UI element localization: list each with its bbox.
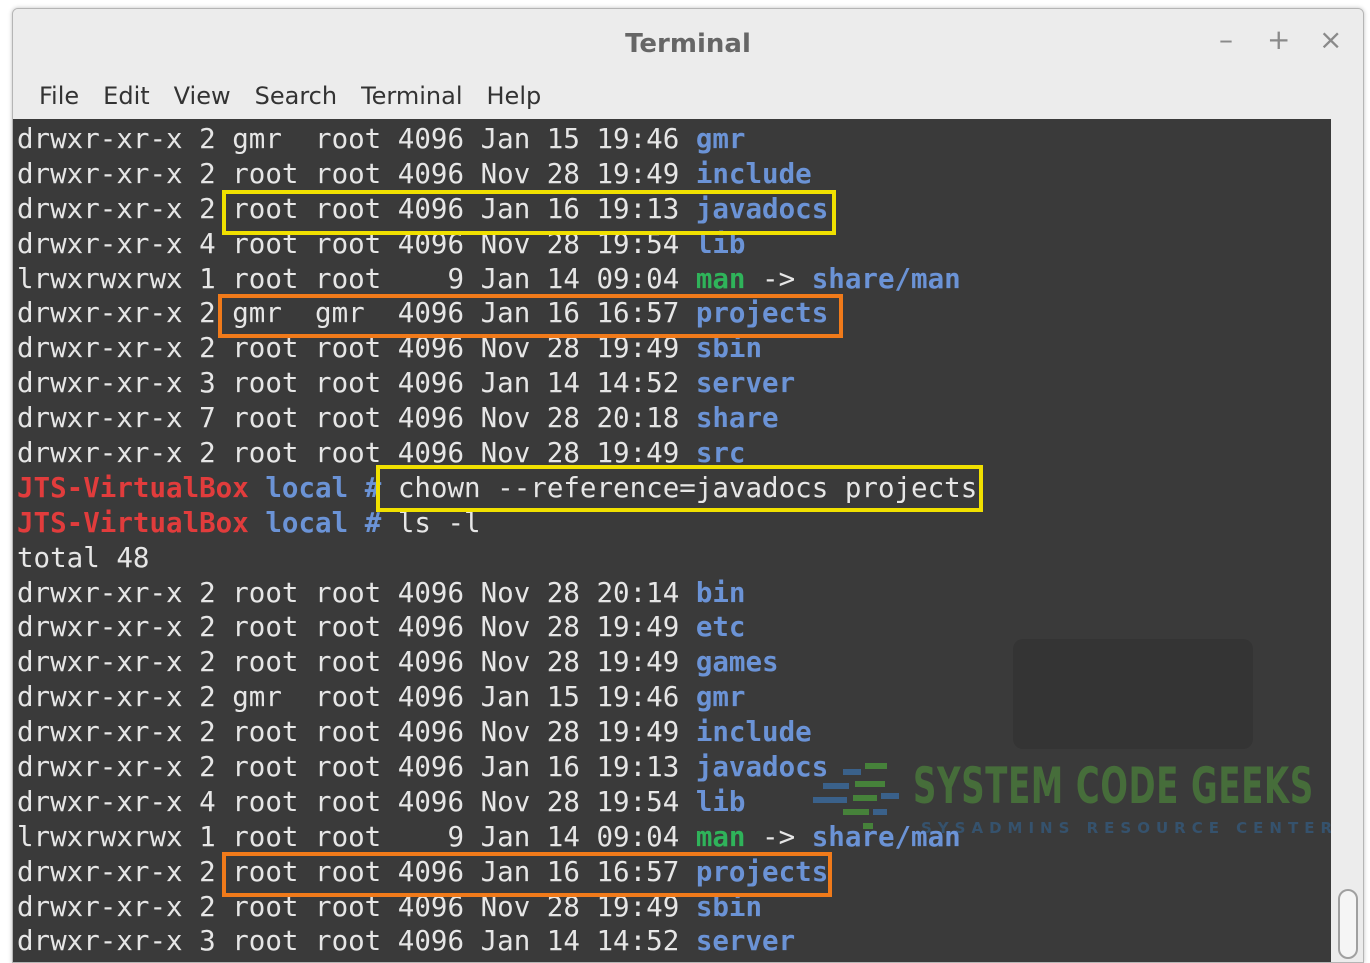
symlink-arrow: ->	[745, 262, 812, 295]
scrollbar-thumb[interactable]	[1338, 889, 1358, 959]
terminal-line: drwxr-xr-x 2 gmr root 4096 Jan 15 19:46 …	[17, 680, 977, 715]
terminal-line: drwxr-xr-x 7 root root 4096 Nov 28 20:18…	[17, 401, 977, 436]
terminal-line: lrwxrwxrwx 1 root root 9 Jan 14 09:04 ma…	[17, 820, 977, 855]
terminal-window: Terminal – + × File Edit View Search Ter…	[12, 8, 1364, 963]
listing-meta: drwxr-xr-x 3 root root 4096 Jan 14 14:52	[17, 925, 696, 958]
prompt-host: JTS-VirtualBox	[17, 506, 249, 539]
highlight-projects-before	[218, 294, 843, 338]
directory-name: lib	[695, 785, 746, 818]
directory-name: share	[695, 402, 779, 435]
directory-name: javadocs	[695, 751, 829, 784]
listing-meta: drwxr-xr-x 2 root root 4096 Nov 28 19:49	[17, 646, 696, 679]
highlight-chown-command	[376, 465, 983, 512]
listing-meta: lrwxrwxrwx 1 root root 9 Jan 14 09:04	[17, 262, 696, 295]
prompt-host: JTS-VirtualBox	[17, 471, 249, 504]
listing-meta: drwxr-xr-x 7 root root 4096 Nov 28 20:18	[17, 402, 696, 435]
close-icon[interactable]: ×	[1319, 25, 1342, 55]
terminal-line: drwxr-xr-x 2 root root 4096 Nov 28 19:49…	[17, 715, 977, 750]
minimize-icon[interactable]: –	[1215, 25, 1237, 55]
listing-meta: drwxr-xr-x 2 root root 4096 Jan 16 19:13	[17, 751, 696, 784]
terminal-lines: drwxr-xr-x 2 gmr root 4096 Jan 15 19:46 …	[17, 122, 977, 959]
directory-name: games	[695, 646, 779, 679]
menu-view[interactable]: View	[162, 73, 243, 119]
menu-edit[interactable]: Edit	[91, 73, 161, 119]
directory-name: gmr	[695, 123, 746, 155]
directory-name: include	[695, 716, 812, 749]
directory-name: gmr	[695, 681, 746, 714]
directory-name: server	[695, 925, 796, 958]
watermark-shape	[1013, 639, 1253, 749]
symlink-name: man	[695, 820, 746, 853]
terminal-line: drwxr-xr-x 2 root root 4096 Nov 28 19:49…	[17, 645, 977, 680]
listing-meta: drwxr-xr-x 2 gmr root 4096 Jan 15 19:46	[17, 123, 696, 155]
title-bar[interactable]: Terminal – + ×	[13, 9, 1363, 73]
scrollbar[interactable]	[1331, 119, 1363, 962]
symlink-target: share/man	[811, 820, 961, 853]
menu-search[interactable]: Search	[243, 73, 349, 119]
terminal-line: drwxr-xr-x 3 root root 4096 Jan 14 14:52…	[17, 924, 977, 959]
window-title: Terminal	[625, 29, 751, 59]
terminal-line: drwxr-xr-x 2 root root 4096 Nov 28 20:14…	[17, 576, 977, 611]
symlink-name: man	[695, 262, 746, 295]
directory-name: server	[695, 367, 796, 400]
listing-meta: drwxr-xr-x 2 gmr root 4096 Jan 15 19:46	[17, 681, 696, 714]
symlink-arrow: ->	[745, 820, 812, 853]
symlink-target: share/man	[811, 262, 961, 295]
directory-name: include	[695, 157, 812, 190]
watermark-tagline: SYSADMINS RESOURCE CENTER	[921, 819, 1331, 837]
listing-meta: drwxr-xr-x 2 root root 4096 Nov 28 19:49	[17, 611, 696, 644]
highlight-javadocs-before	[222, 190, 836, 235]
listing-meta: drwxr-xr-x 3 root root 4096 Jan 14 14:52	[17, 367, 696, 400]
menu-terminal[interactable]: Terminal	[349, 73, 474, 119]
listing-meta: drwxr-xr-x 2 root root 4096 Nov 28 19:49	[17, 716, 696, 749]
terminal-line: drwxr-xr-x 3 root root 4096 Jan 14 14:52…	[17, 366, 977, 401]
listing-meta: drwxr-xr-x 2 root root 4096 Nov 28 19:49	[17, 157, 696, 190]
terminal-output[interactable]: SYSTEM CODE GEEKS SYSADMINS RESOURCE CEN…	[13, 119, 1331, 962]
menu-file[interactable]: File	[27, 73, 91, 119]
maximize-icon[interactable]: +	[1267, 25, 1290, 55]
listing-meta: drwxr-xr-x 4 root root 4096 Nov 28 19:54	[17, 785, 696, 818]
terminal-line: drwxr-xr-x 2 gmr root 4096 Jan 15 19:46 …	[17, 122, 977, 157]
terminal-line: drwxr-xr-x 4 root root 4096 Nov 28 19:54…	[17, 785, 977, 820]
menu-help[interactable]: Help	[475, 73, 554, 119]
window-controls: – + ×	[1215, 25, 1342, 55]
terminal-line: total 48	[17, 541, 977, 576]
listing-meta: lrwxrwxrwx 1 root root 9 Jan 14 09:04	[17, 820, 696, 853]
terminal-line: lrwxrwxrwx 1 root root 9 Jan 14 09:04 ma…	[17, 262, 977, 297]
directory-name: etc	[695, 611, 746, 644]
highlight-projects-after	[222, 852, 832, 897]
directory-name: bin	[695, 576, 746, 609]
terminal-line: drwxr-xr-x 2 root root 4096 Nov 28 19:49…	[17, 610, 977, 645]
menu-bar: File Edit View Search Terminal Help	[13, 73, 1363, 119]
terminal-line: drwxr-xr-x 2 root root 4096 Nov 28 19:49…	[17, 157, 977, 192]
terminal-line: drwxr-xr-x 2 root root 4096 Jan 16 19:13…	[17, 750, 977, 785]
output-text: total 48	[17, 541, 150, 574]
listing-meta: drwxr-xr-x 2 root root 4096 Nov 28 20:14	[17, 576, 696, 609]
